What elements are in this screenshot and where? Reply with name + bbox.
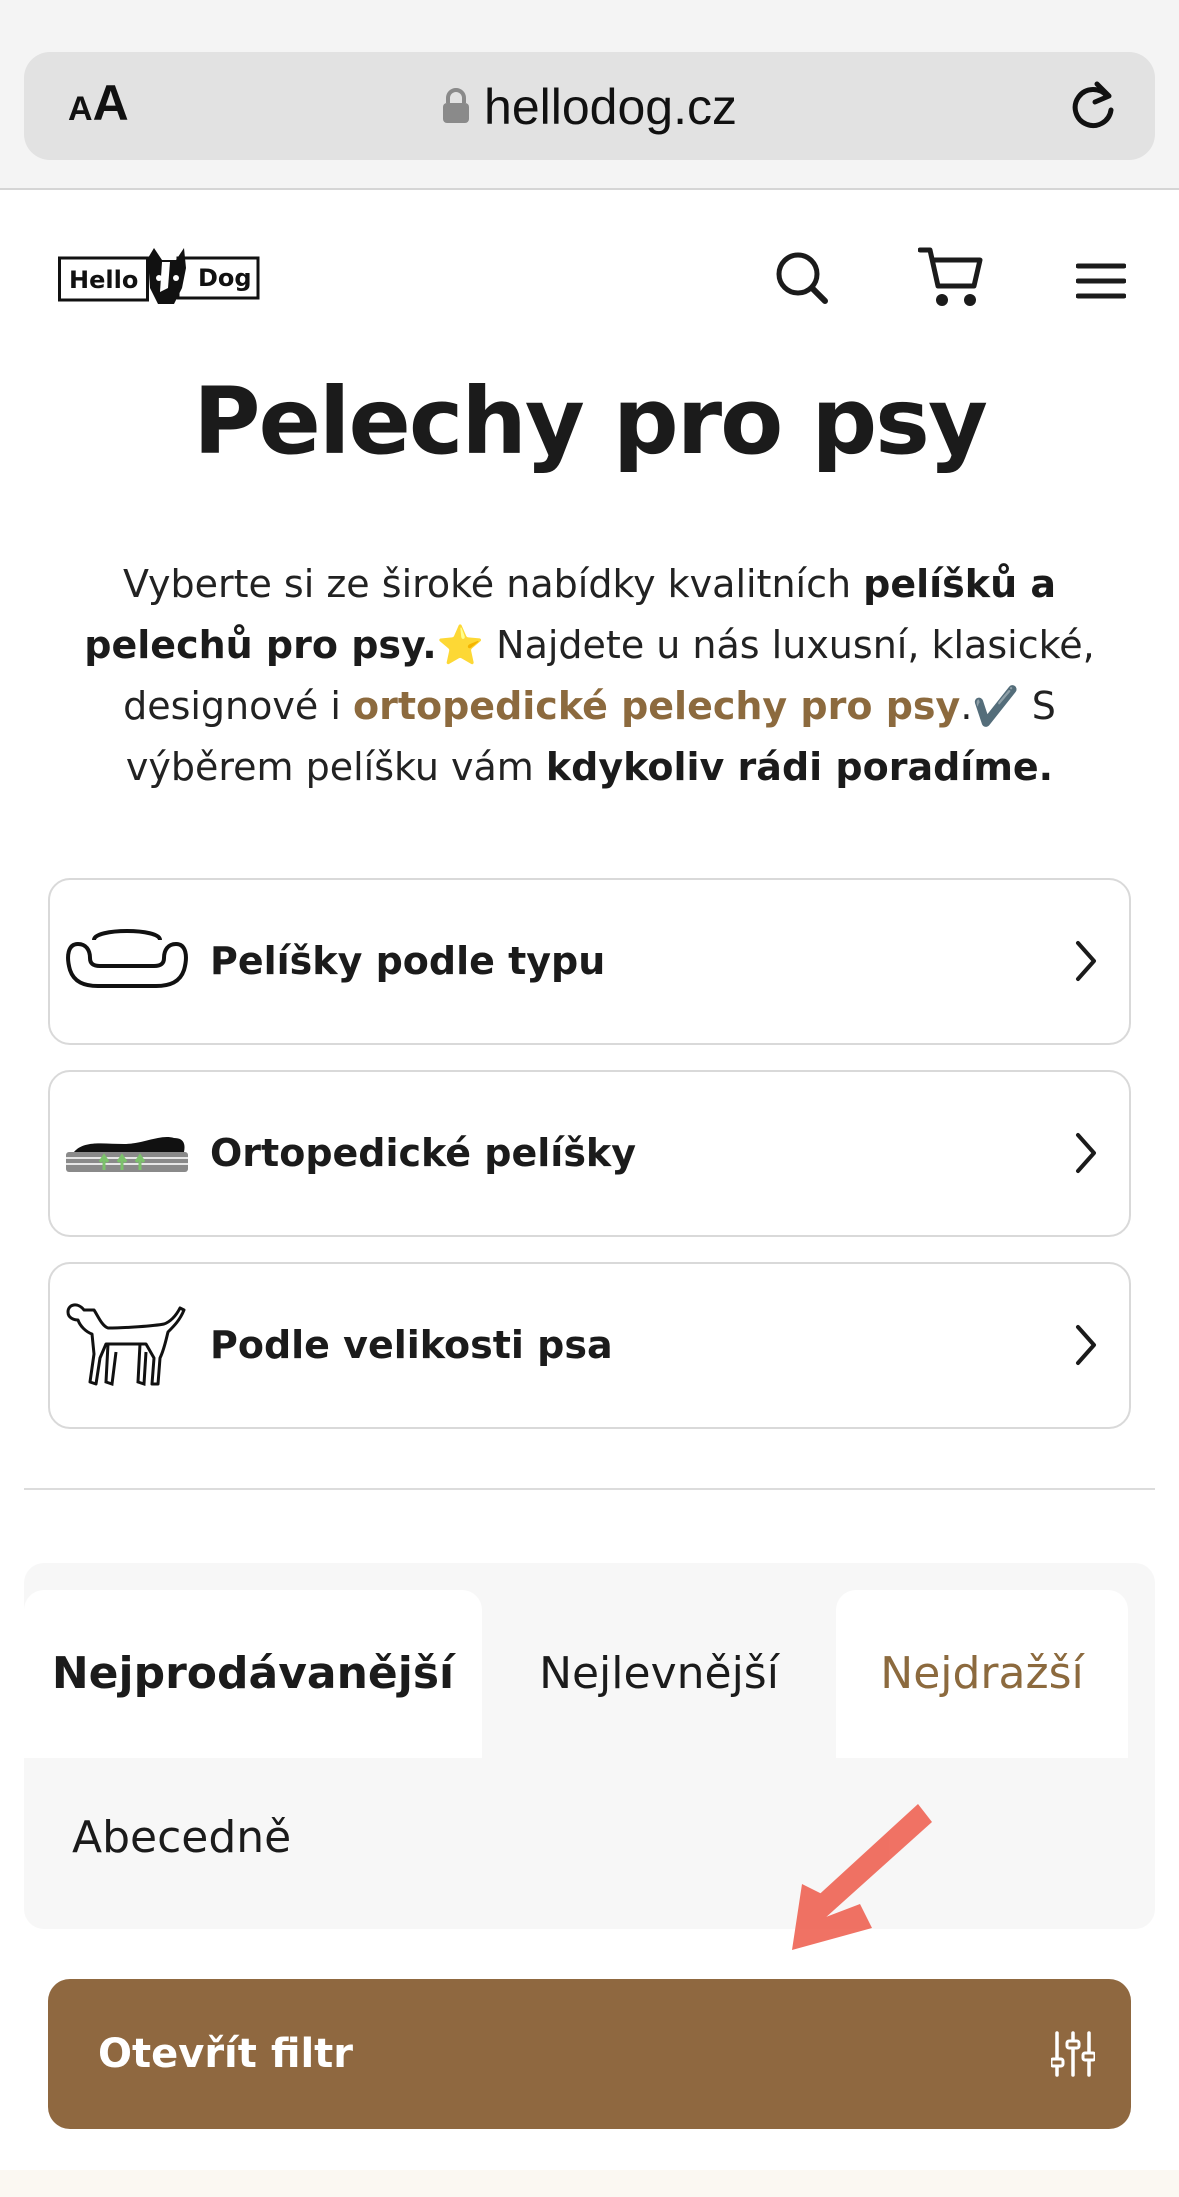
filter-label: Otevřít filtr (98, 2031, 354, 2077)
tab-cheapest[interactable]: Nejlevnější (500, 1590, 818, 1758)
orthopedic-bed-icon (64, 1104, 190, 1204)
page-title: Pelechy pro psy (193, 368, 988, 475)
browser-toolbar: AA hellodog.cz (0, 0, 1179, 190)
orthopedic-beds-link[interactable]: ortopedické pelechy pro psy (353, 684, 960, 728)
open-filter-button[interactable]: Otevřít filtr (48, 1979, 1131, 2129)
divider (24, 1488, 1155, 1490)
menu-icon[interactable] (1075, 262, 1127, 304)
dog-icon (64, 1296, 190, 1396)
url-text: hellodog.cz (484, 79, 737, 135)
chevron-right-icon (1075, 1132, 1097, 1178)
tab-most-expensive[interactable]: Nejdražší (836, 1590, 1128, 1758)
intro-text: Vyberte si ze široké nabídky kvalitních … (84, 562, 1095, 789)
category-label: Pelíšky podle typu (210, 939, 606, 983)
category-label: Podle velikosti psa (210, 1323, 613, 1367)
annotation-arrow (770, 1800, 940, 1964)
cart-icon[interactable] (917, 246, 984, 314)
chevron-right-icon (1075, 1324, 1097, 1370)
tab-bestselling[interactable]: Nejprodávanější (24, 1590, 482, 1758)
chevron-right-icon (1075, 940, 1097, 986)
category-label: Ortopedické pelíšky (210, 1131, 636, 1175)
search-icon[interactable] (774, 250, 830, 310)
bottom-strip (0, 2170, 1179, 2197)
category-card-bed-type[interactable]: Pelíšky podle typu (48, 878, 1131, 1045)
logo-text-dog: Dog (198, 264, 252, 292)
address-bar[interactable]: AA hellodog.cz (24, 52, 1155, 160)
logo-text-hello: Hello (69, 266, 139, 294)
category-card-orthopedic[interactable]: Ortopedické pelíšky (48, 1070, 1131, 1237)
category-card-dog-size[interactable]: Podle velikosti psa (48, 1262, 1131, 1429)
dog-bed-icon (64, 912, 190, 1012)
tab-alphabetical[interactable]: Abecedně (72, 1812, 291, 1863)
lock-icon (442, 78, 470, 136)
sliders-icon (1049, 2031, 1097, 2081)
reload-icon[interactable] (1067, 78, 1119, 138)
logo[interactable]: Hello Dog (58, 248, 260, 304)
